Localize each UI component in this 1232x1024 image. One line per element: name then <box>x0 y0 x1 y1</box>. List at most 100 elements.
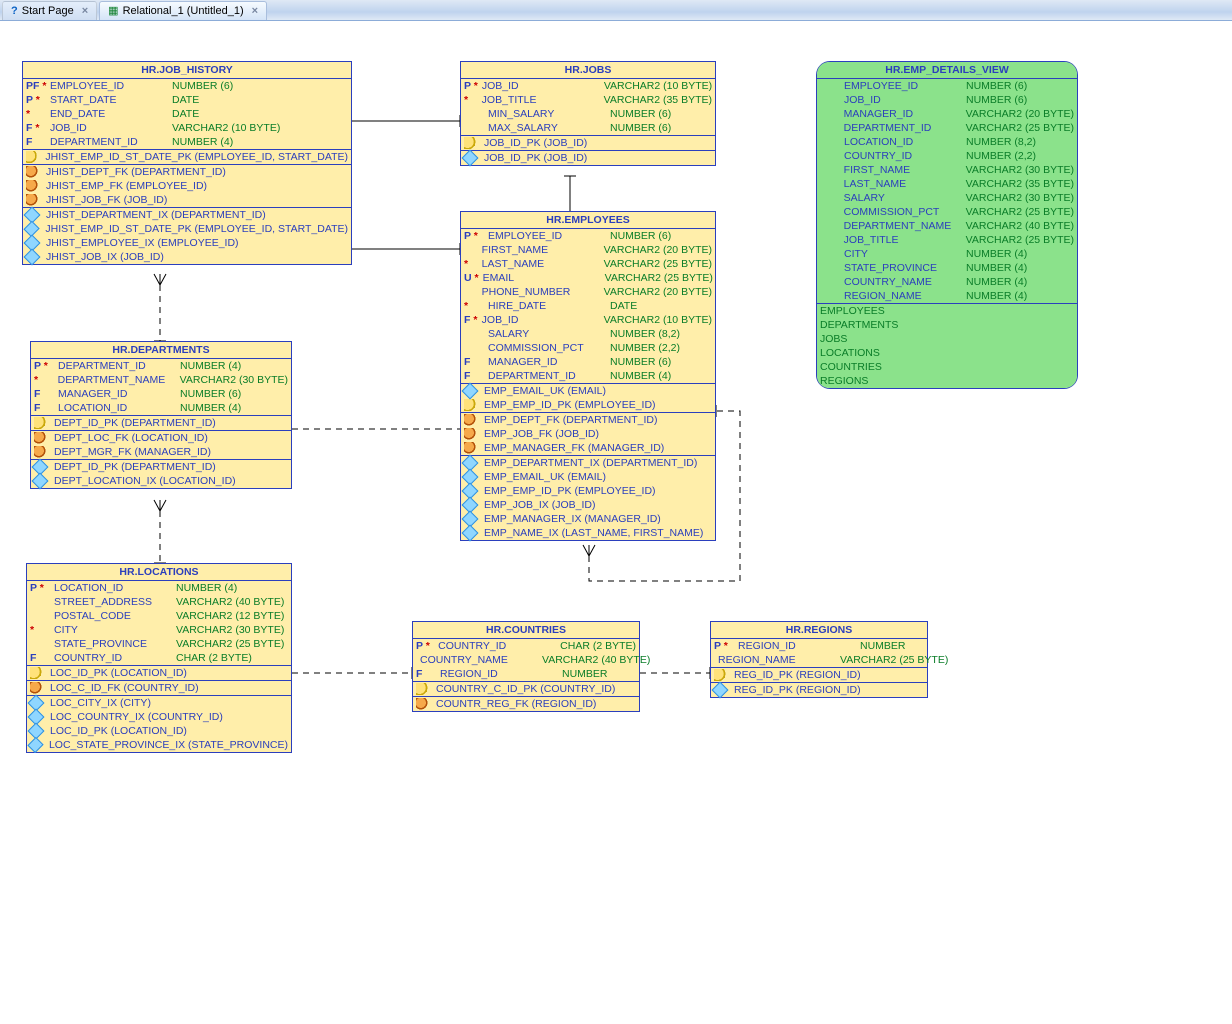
table-row[interactable]: STATE_PROVINCEVARCHAR2 (25 BYTE) <box>27 637 291 651</box>
table-row[interactable]: COUNTRY_NAMENUMBER (4) <box>817 275 1077 289</box>
table-row[interactable]: COUNTRY_IDNUMBER (2,2) <box>817 149 1077 163</box>
table-row[interactable]: DEPT_MGR_FK (MANAGER_ID) <box>31 445 291 459</box>
table-row[interactable]: EMP_MANAGER_FK (MANAGER_ID) <box>461 441 715 455</box>
table-row[interactable]: FDEPARTMENT_IDNUMBER (4) <box>461 369 715 383</box>
table-row[interactable]: EMP_MANAGER_IX (MANAGER_ID) <box>461 512 715 526</box>
table-row[interactable]: EMPLOYEES <box>817 304 1077 318</box>
table-countries[interactable]: HR.COUNTRIES P *COUNTRY_IDCHAR (2 BYTE)C… <box>412 621 640 712</box>
table-row[interactable]: STATE_PROVINCENUMBER (4) <box>817 261 1077 275</box>
table-row[interactable]: STREET_ADDRESSVARCHAR2 (40 BYTE) <box>27 595 291 609</box>
table-row[interactable]: LOC_ID_PK (LOCATION_ID) <box>27 724 291 738</box>
table-row[interactable]: *CITYVARCHAR2 (30 BYTE) <box>27 623 291 637</box>
table-row[interactable]: PHONE_NUMBERVARCHAR2 (20 BYTE) <box>461 285 715 299</box>
table-row[interactable]: U *EMAILVARCHAR2 (25 BYTE) <box>461 271 715 285</box>
table-row[interactable]: P *REGION_IDNUMBER <box>711 639 927 653</box>
table-row[interactable]: COMMISSION_PCTNUMBER (2,2) <box>461 341 715 355</box>
table-row[interactable]: REG_ID_PK (REGION_ID) <box>711 668 927 682</box>
table-row[interactable]: *LAST_NAMEVARCHAR2 (25 BYTE) <box>461 257 715 271</box>
table-row[interactable]: MIN_SALARYNUMBER (6) <box>461 107 715 121</box>
table-jobs[interactable]: HR.JOBS P *JOB_IDVARCHAR2 (10 BYTE) *JOB… <box>460 61 716 166</box>
table-row[interactable]: REGIONS <box>817 374 1077 388</box>
table-row[interactable]: EMPLOYEE_IDNUMBER (6) <box>817 79 1077 93</box>
table-row[interactable]: JOB_IDNUMBER (6) <box>817 93 1077 107</box>
table-row[interactable]: SALARYVARCHAR2 (30 BYTE) <box>817 191 1077 205</box>
table-row[interactable]: JHIST_EMPLOYEE_IX (EMPLOYEE_ID) <box>23 236 351 250</box>
table-row[interactable]: SALARYNUMBER (8,2) <box>461 327 715 341</box>
table-row[interactable]: *DEPARTMENT_NAMEVARCHAR2 (30 BYTE) <box>31 373 291 387</box>
table-row[interactable]: DEPT_ID_PK (DEPARTMENT_ID) <box>31 416 291 430</box>
table-row[interactable]: LOCATION_IDNUMBER (8,2) <box>817 135 1077 149</box>
table-row[interactable]: COUNTRIES <box>817 360 1077 374</box>
tab-start-page[interactable]: ? Start Page × <box>2 1 97 20</box>
table-row[interactable]: P *COUNTRY_IDCHAR (2 BYTE) <box>413 639 639 653</box>
table-row[interactable]: LOC_CITY_IX (CITY) <box>27 696 291 710</box>
table-row[interactable]: FDEPARTMENT_IDNUMBER (4) <box>23 135 351 149</box>
table-row[interactable]: F *JOB_IDVARCHAR2 (10 BYTE) <box>461 313 715 327</box>
table-row[interactable]: FLOCATION_IDNUMBER (4) <box>31 401 291 415</box>
table-row[interactable]: DEPARTMENTS <box>817 318 1077 332</box>
table-row[interactable]: FREGION_IDNUMBER <box>413 667 639 681</box>
table-row[interactable]: JHIST_DEPARTMENT_IX (DEPARTMENT_ID) <box>23 208 351 222</box>
table-row[interactable]: COMMISSION_PCTVARCHAR2 (25 BYTE) <box>817 205 1077 219</box>
table-job-history[interactable]: HR.JOB_HISTORY PF *EMPLOYEE_IDNUMBER (6)… <box>22 61 352 265</box>
table-row[interactable]: PF *EMPLOYEE_IDNUMBER (6) <box>23 79 351 93</box>
table-row[interactable]: P *DEPARTMENT_IDNUMBER (4) <box>31 359 291 373</box>
table-row[interactable]: JHIST_JOB_FK (JOB_ID) <box>23 193 351 207</box>
table-row[interactable]: *END_DATEDATE <box>23 107 351 121</box>
table-row[interactable]: COUNTRY_NAMEVARCHAR2 (40 BYTE) <box>413 653 639 667</box>
table-row[interactable]: LOC_STATE_PROVINCE_IX (STATE_PROVINCE) <box>27 738 291 752</box>
table-row[interactable]: EMP_EMAIL_UK (EMAIL) <box>461 384 715 398</box>
table-row[interactable]: F *JOB_IDVARCHAR2 (10 BYTE) <box>23 121 351 135</box>
table-locations[interactable]: HR.LOCATIONS P *LOCATION_IDNUMBER (4)STR… <box>26 563 292 753</box>
table-row[interactable]: EMP_NAME_IX (LAST_NAME, FIRST_NAME) <box>461 526 715 540</box>
table-row[interactable]: LOCATIONS <box>817 346 1077 360</box>
table-row[interactable]: FMANAGER_IDNUMBER (6) <box>31 387 291 401</box>
table-row[interactable]: JHIST_JOB_IX (JOB_ID) <box>23 250 351 264</box>
table-row[interactable]: DEPT_LOCATION_IX (LOCATION_ID) <box>31 474 291 488</box>
table-row[interactable]: P *LOCATION_IDNUMBER (4) <box>27 581 291 595</box>
table-row[interactable]: DEPT_LOC_FK (LOCATION_ID) <box>31 431 291 445</box>
table-row[interactable]: DEPT_ID_PK (DEPARTMENT_ID) <box>31 460 291 474</box>
table-row[interactable]: JHIST_EMP_ID_ST_DATE_PK (EMPLOYEE_ID, ST… <box>23 222 351 236</box>
table-row[interactable]: POSTAL_CODEVARCHAR2 (12 BYTE) <box>27 609 291 623</box>
table-row[interactable]: REGION_NAMENUMBER (4) <box>817 289 1077 303</box>
table-row[interactable]: P *START_DATEDATE <box>23 93 351 107</box>
table-row[interactable]: FMANAGER_IDNUMBER (6) <box>461 355 715 369</box>
tab-relational[interactable]: ▦ Relational_1 (Untitled_1) × <box>99 1 267 20</box>
table-row[interactable]: JOB_ID_PK (JOB_ID) <box>461 151 715 165</box>
table-row[interactable]: LOC_COUNTRY_IX (COUNTRY_ID) <box>27 710 291 724</box>
table-row[interactable]: LOC_ID_PK (LOCATION_ID) <box>27 666 291 680</box>
diagram-canvas[interactable]: HR.JOB_HISTORY PF *EMPLOYEE_IDNUMBER (6)… <box>0 21 1232 1021</box>
table-row[interactable]: EMP_EMP_ID_PK (EMPLOYEE_ID) <box>461 484 715 498</box>
table-row[interactable]: COUNTR_REG_FK (REGION_ID) <box>413 697 639 711</box>
table-employees[interactable]: HR.EMPLOYEES P *EMPLOYEE_IDNUMBER (6)FIR… <box>460 211 716 541</box>
table-row[interactable]: DEPARTMENT_NAMEVARCHAR2 (40 BYTE) <box>817 219 1077 233</box>
table-row[interactable]: EMP_JOB_IX (JOB_ID) <box>461 498 715 512</box>
view-emp-details[interactable]: HR.EMP_DETAILS_VIEW EMPLOYEE_IDNUMBER (6… <box>816 61 1078 389</box>
close-icon[interactable]: × <box>82 5 88 17</box>
close-icon[interactable]: × <box>252 5 258 17</box>
table-row[interactable]: JOBS <box>817 332 1077 346</box>
table-row[interactable]: EMP_DEPT_FK (DEPARTMENT_ID) <box>461 413 715 427</box>
table-row[interactable]: DEPARTMENT_IDVARCHAR2 (25 BYTE) <box>817 121 1077 135</box>
table-row[interactable]: *HIRE_DATEDATE <box>461 299 715 313</box>
table-row[interactable]: JHIST_EMP_ID_ST_DATE_PK (EMPLOYEE_ID, ST… <box>23 150 351 164</box>
table-row[interactable]: FCOUNTRY_IDCHAR (2 BYTE) <box>27 651 291 665</box>
table-row[interactable]: REGION_NAMEVARCHAR2 (25 BYTE) <box>711 653 927 667</box>
table-row[interactable]: FIRST_NAMEVARCHAR2 (20 BYTE) <box>461 243 715 257</box>
table-row[interactable]: FIRST_NAMEVARCHAR2 (30 BYTE) <box>817 163 1077 177</box>
table-row[interactable]: LOC_C_ID_FK (COUNTRY_ID) <box>27 681 291 695</box>
table-row[interactable]: JHIST_EMP_FK (EMPLOYEE_ID) <box>23 179 351 193</box>
table-row[interactable]: EMP_JOB_FK (JOB_ID) <box>461 427 715 441</box>
table-row[interactable]: JOB_TITLEVARCHAR2 (25 BYTE) <box>817 233 1077 247</box>
table-row[interactable]: MAX_SALARYNUMBER (6) <box>461 121 715 135</box>
table-row[interactable]: *JOB_TITLEVARCHAR2 (35 BYTE) <box>461 93 715 107</box>
table-row[interactable]: MANAGER_IDVARCHAR2 (20 BYTE) <box>817 107 1077 121</box>
table-row[interactable]: P *JOB_IDVARCHAR2 (10 BYTE) <box>461 79 715 93</box>
table-row[interactable]: EMP_DEPARTMENT_IX (DEPARTMENT_ID) <box>461 456 715 470</box>
table-regions[interactable]: HR.REGIONS P *REGION_IDNUMBERREGION_NAME… <box>710 621 928 698</box>
table-row[interactable]: LAST_NAMEVARCHAR2 (35 BYTE) <box>817 177 1077 191</box>
table-departments[interactable]: HR.DEPARTMENTS P *DEPARTMENT_IDNUMBER (4… <box>30 341 292 489</box>
table-row[interactable]: EMP_EMP_ID_PK (EMPLOYEE_ID) <box>461 398 715 412</box>
table-row[interactable]: REG_ID_PK (REGION_ID) <box>711 683 927 697</box>
